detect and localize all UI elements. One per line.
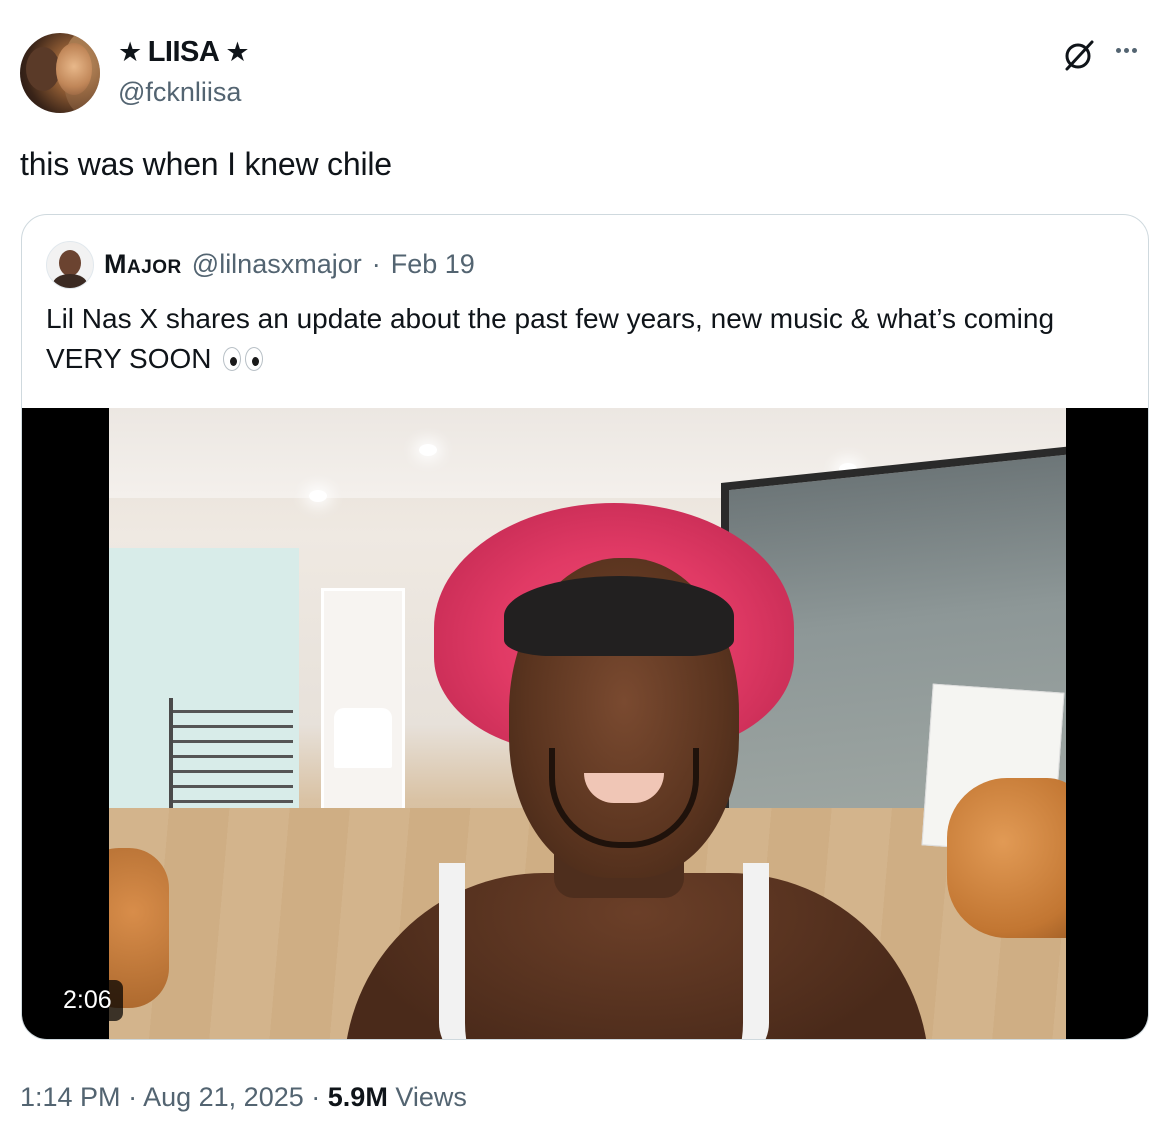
grok-icon[interactable] [1062, 38, 1096, 72]
views-label: Views [395, 1082, 467, 1112]
tweet-time[interactable]: 1:14 PM [20, 1082, 121, 1112]
meta-separator: · [128, 1082, 138, 1112]
video-duration-badge: 2:06 [52, 980, 123, 1021]
quoted-tweet[interactable]: Major @lilnasxmajor · Feb 19 Lil Nas X s… [21, 214, 1149, 1040]
views-count[interactable]: 5.9M [328, 1082, 388, 1112]
tweet-meta: 1:14 PM · Aug 21, 2025 · 5.9M Views [20, 1082, 467, 1113]
more-icon[interactable] [1116, 48, 1137, 53]
quoted-tweet-header: Major @lilnasxmajor · Feb 19 [104, 249, 475, 280]
author-handle[interactable]: @fcknliisa [118, 77, 241, 108]
avatar-figure-left [26, 47, 60, 91]
display-name-text: LIISA [147, 36, 220, 68]
tweet-text: this was when I knew chile [20, 146, 392, 182]
star-icon: ★ [118, 37, 142, 67]
quoted-tweet-text: Lil Nas X shares an update about the pas… [46, 299, 1106, 379]
author-display-name[interactable]: ★ LIISA ★ [118, 36, 250, 69]
quoted-tweet-date[interactable]: Feb 19 [391, 249, 475, 280]
quoted-author-handle[interactable]: @lilnasxmajor [192, 249, 362, 280]
quoted-tweet-text-content: Lil Nas X shares an update about the pas… [46, 303, 1055, 374]
video-thumbnail [109, 408, 1066, 1039]
author-avatar[interactable] [20, 33, 100, 113]
quoted-author-name[interactable]: Major [104, 249, 182, 280]
meta-separator: · [311, 1082, 321, 1112]
eyes-emoji-icon [223, 347, 264, 371]
meta-separator: · [371, 249, 381, 279]
tweet-date[interactable]: Aug 21, 2025 [143, 1082, 304, 1112]
quoted-author-avatar[interactable] [46, 241, 94, 289]
avatar-figure-right [56, 43, 92, 95]
video-player[interactable]: 2:06 [22, 408, 1148, 1039]
star-icon: ★ [225, 37, 250, 67]
